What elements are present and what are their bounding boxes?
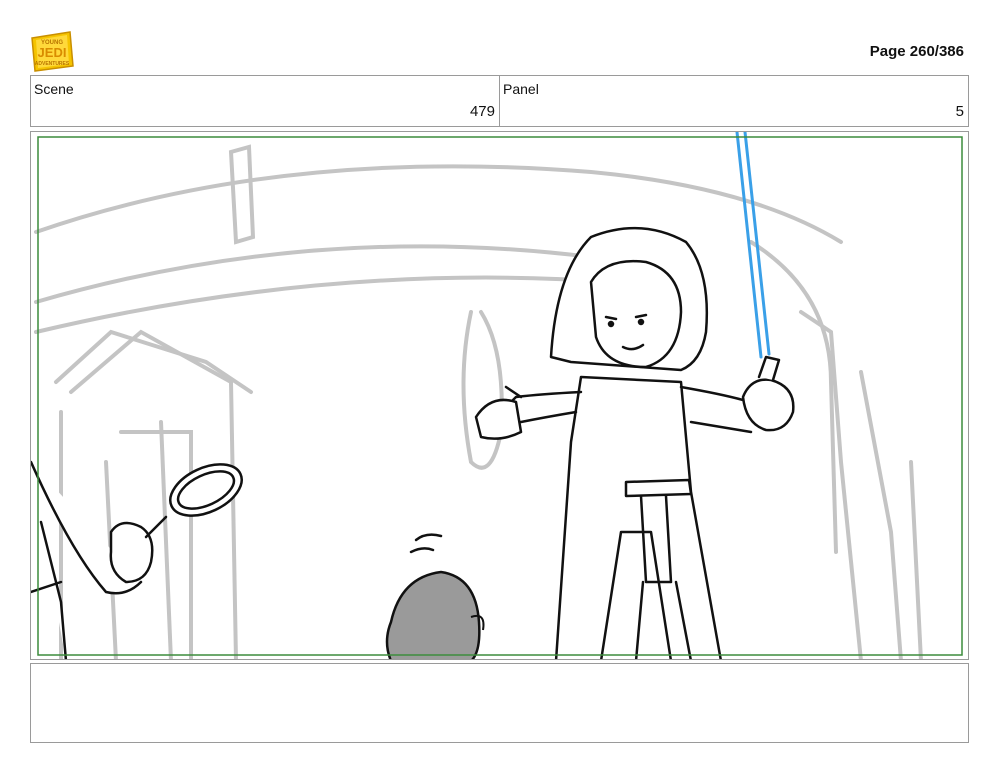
panel-label: Panel	[503, 81, 539, 97]
show-logo: YOUNG JEDI ADVENTURES	[30, 30, 74, 72]
storyboard-frame	[30, 131, 969, 660]
panel-notes-box	[30, 663, 969, 743]
scene-value: 479	[469, 103, 495, 120]
logo-line-2: JEDI	[38, 45, 67, 60]
young-jedi-adventures-logo-icon: YOUNG JEDI ADVENTURES	[31, 31, 74, 72]
jedi-character-sketch	[474, 226, 795, 659]
panel-cell: Panel 5	[499, 76, 968, 126]
scene-panel-info: Scene 479 Panel 5	[30, 75, 969, 127]
pan-holder-sketch	[31, 460, 243, 659]
storyboard-sketch	[31, 132, 963, 659]
scene-label: Scene	[34, 81, 74, 97]
creature-sketch	[385, 533, 485, 659]
panel-value: 5	[955, 103, 964, 120]
page-number: Page 260/386	[869, 43, 964, 60]
logo-line-3: ADVENTURES	[35, 61, 70, 67]
scene-cell: Scene 479	[31, 76, 499, 126]
